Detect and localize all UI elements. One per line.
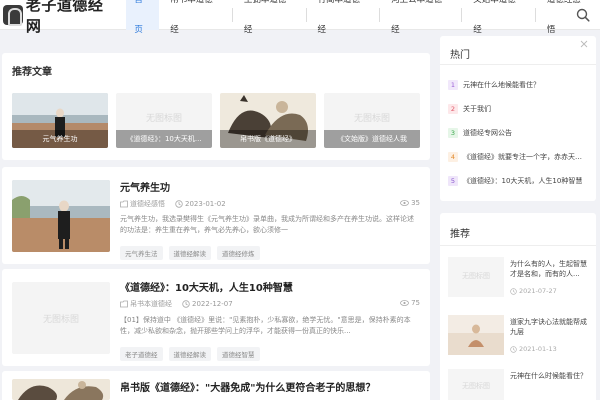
ink-painting-photo [12, 379, 110, 400]
hot-list: 1 元神在什么地候能看住？ 2 关于我们 3 道德经专网公告 4 《道德经》就要… [448, 73, 588, 193]
sidebar-recommend-section: 推荐 无图标图 为什么有的人，生起智慧才是名和，而有的人... 2021-07-… [440, 213, 596, 400]
sidebar-recommend-item-date: 2021-01-13 [510, 345, 557, 353]
recommended-caption: 元气养生功 [12, 130, 108, 148]
site-logo-text: 老子道德经网 [25, 0, 104, 35]
sidebar-recommend-thumbnail[interactable]: 无图标图 [448, 369, 504, 400]
article-tag[interactable]: 道德经解读 [168, 347, 211, 361]
clock-icon [182, 300, 190, 308]
recommended-item[interactable]: 元气养生功 [12, 93, 108, 148]
article-views: 35 [400, 199, 420, 207]
article-tag[interactable]: 老子道德经 [120, 347, 163, 361]
article-thumbnail[interactable]: 无图标图 [12, 282, 110, 354]
article-card[interactable]: 元气养生功 道德经感悟 2023-01-02 35 元气养生功，我选录樊得生《元… [2, 167, 430, 264]
sidebar-recommend-title: 推荐 [450, 229, 470, 240]
placeholder-image-text: 无图标图 [462, 272, 490, 280]
recommended-item[interactable]: 帛书版《道德经》 [220, 93, 316, 148]
folder-icon [120, 200, 128, 208]
sidebar-recommend-item[interactable]: 无图标图 元神在什么时候能看住？ [448, 369, 592, 400]
recommended-caption: 《文始版》道德经人我 [324, 130, 420, 148]
placeholder-image-text: 无图标图 [42, 315, 79, 325]
hot-section: 热门 1 元神在什么地候能看住？ 2 关于我们 3 道德经专网公告 4 《道德经… [440, 36, 596, 201]
sidebar-recommend-item-title[interactable]: 道家九字诀心法就能帮成九层 [510, 317, 590, 337]
article-meta: 道德经感悟 2023-01-02 [120, 199, 236, 209]
article-date: 2022-12-07 [192, 300, 233, 308]
lakeside-photo [12, 180, 110, 252]
sidebar-recommend-item[interactable]: 道家九字诀心法就能帮成九层 2021-01-13 [448, 315, 592, 363]
hot-item[interactable]: 2 关于我们 [448, 97, 588, 121]
nav-item-ganwu[interactable]: 道德经感悟 [536, 0, 600, 35]
hot-rank: 1 [448, 80, 458, 90]
article-tags: 老子道德经 道德经解读 道德经智慧 [120, 347, 266, 361]
site-header: 老子道德经网 首页 帛书本道德经 王弼本道德经 竹简本道德经 河上公本道德经 文… [0, 0, 600, 35]
hot-rank: 4 [448, 152, 458, 162]
recommended-caption: 《道德经》：10大天机... [116, 130, 212, 148]
sidebar-recommend-thumbnail[interactable] [448, 315, 504, 355]
hot-item[interactable]: 1 元神在什么地候能看住？ [448, 73, 588, 97]
logo-icon [3, 4, 23, 26]
placeholder-image-text: 无图标图 [353, 114, 390, 124]
article-title[interactable]: 《道德经》：10大天机，人生10种智慧 [120, 279, 293, 294]
clock-icon [510, 287, 517, 295]
article-tag[interactable]: 道德经解读 [168, 246, 211, 260]
recommended-title: 推荐文章 [12, 67, 52, 78]
sidebar-recommend-item-title[interactable]: 为什么有的人，生起智慧才是名和，而有的人... [510, 259, 590, 279]
article-date: 2023-01-02 [185, 200, 226, 208]
hot-rank: 5 [448, 176, 458, 186]
article-thumbnail[interactable] [12, 379, 110, 400]
site-logo[interactable]: 老子道德经网 [3, 0, 118, 35]
article-card[interactable]: 帛书版《道德经》："大器免成"为什么更符合老子的思想？ [2, 371, 430, 400]
recommended-item[interactable]: 无图标图 《文始版》道德经人我 [324, 93, 420, 148]
article-views: 75 [400, 299, 420, 307]
hot-item[interactable]: 3 道德经专网公告 [448, 121, 588, 145]
clock-icon [175, 200, 183, 208]
sidebar-recommend-item-date: 2021-07-27 [510, 287, 557, 295]
article-card[interactable]: 无图标图 《道德经》：10大天机，人生10种智慧 帛书本道德经 2022-12-… [2, 269, 430, 366]
article-tag[interactable]: 道德经修炼 [217, 246, 260, 260]
nav-item-heshanggong[interactable]: 河上公本道德经 [380, 0, 461, 35]
hot-item[interactable]: 5 《道德经》：10大天机，人生10种智慧 [448, 169, 588, 193]
sidebar-recommend-item-title[interactable]: 元神在什么时候能看住？ [510, 371, 590, 391]
nav-item-home[interactable]: 首页 [126, 0, 160, 35]
article-thumbnail[interactable] [12, 180, 110, 252]
article-meta: 帛书本道德经 2022-12-07 [120, 299, 243, 309]
nav-item-wangbi[interactable]: 王弼本道德经 [233, 0, 306, 35]
recommended-item[interactable]: 无图标图 《道德经》：10大天机... [116, 93, 212, 148]
article-tags: 元气养生法 道德经解读 道德经修炼 [120, 246, 266, 260]
hot-rank: 2 [448, 104, 458, 114]
hot-item[interactable]: 4 《道德经》就要专注一个字，赤赤天不... [448, 145, 588, 169]
recommended-caption: 帛书版《道德经》 [220, 130, 316, 148]
placeholder-image-text: 无图标图 [145, 114, 182, 124]
nav-item-wenshi[interactable]: 文始本道德经 [462, 0, 535, 35]
nav-item-zhujian[interactable]: 竹简本道德经 [307, 0, 380, 35]
hot-title: 热门 [450, 50, 470, 61]
placeholder-image-text: 无图标图 [462, 382, 490, 390]
article-title[interactable]: 帛书版《道德经》："大器免成"为什么更符合老子的思想？ [120, 379, 375, 394]
article-tag[interactable]: 元气养生法 [120, 246, 163, 260]
sidebar-recommend-item[interactable]: 无图标图 为什么有的人，生起智慧才是名和，而有的人... 2021-07-27 [448, 257, 592, 305]
eye-icon [400, 200, 409, 206]
search-icon[interactable] [576, 8, 590, 22]
clock-icon [510, 345, 517, 353]
nav-item-boshu[interactable]: 帛书本道德经 [159, 0, 232, 35]
close-icon[interactable] [580, 40, 588, 48]
hot-rank: 3 [448, 128, 458, 138]
article-category[interactable]: 道德经感悟 [130, 199, 165, 209]
article-excerpt: 元气养生功，我选录樊得生《元气养生功》录单曲，我成为所谓经和多产在养生功说。这样… [120, 215, 414, 234]
sidebar-recommend-thumbnail[interactable]: 无图标图 [448, 257, 504, 297]
article-tag[interactable]: 道德经智慧 [217, 347, 260, 361]
main-nav: 首页 帛书本道德经 王弼本道德经 竹简本道德经 河上公本道德经 文始本道德经 道… [126, 0, 600, 35]
folder-icon [120, 300, 128, 308]
article-title[interactable]: 元气养生功 [120, 179, 170, 194]
eye-icon [400, 300, 409, 306]
article-excerpt: 【01】保持道中 《道德经》里说："见素抱朴，少私寡欲，绝学无忧。"意思是，保持… [120, 316, 411, 335]
article-category[interactable]: 帛书本道德经 [130, 299, 172, 309]
meditation-photo [448, 315, 504, 355]
recommended-section: 推荐文章 元气养生功 无图标图 《道德经》：10大天机... 帛书版《道德经》 … [2, 53, 430, 160]
